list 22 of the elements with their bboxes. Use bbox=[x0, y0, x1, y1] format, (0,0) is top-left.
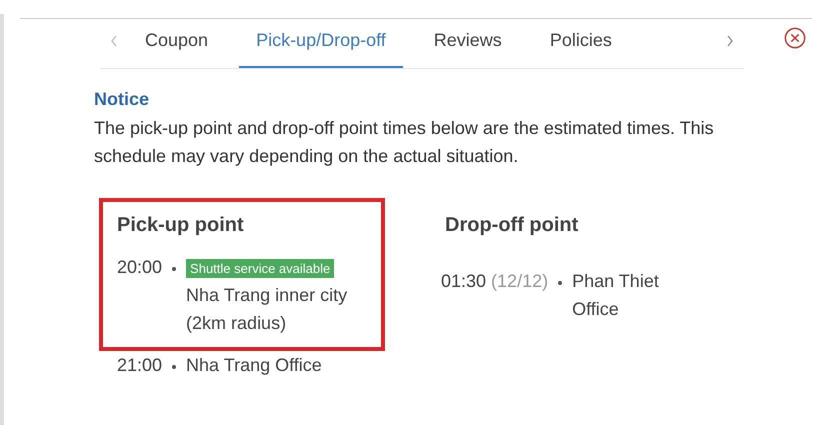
chevron-left-icon[interactable] bbox=[110, 35, 118, 47]
stop-place: Nha Trang inner city (2km radius) bbox=[186, 284, 348, 335]
tab[interactable]: Coupon bbox=[128, 14, 226, 68]
stop-place: Nha Trang Office bbox=[186, 354, 323, 377]
stop-time: 01:30 bbox=[441, 271, 486, 291]
section-heading: Pick-up point bbox=[117, 214, 245, 237]
tab[interactable]: Policies bbox=[532, 14, 629, 68]
stop-time: 21:00 bbox=[117, 355, 162, 375]
notice-title: Notice bbox=[94, 89, 150, 110]
bullet-icon bbox=[172, 365, 176, 369]
chevron-right-icon[interactable] bbox=[726, 35, 734, 47]
tab[interactable]: Pick-up/Drop-off bbox=[239, 14, 403, 68]
stop-date: (12/12) bbox=[491, 271, 548, 291]
shuttle-badge: Shuttle service available bbox=[186, 259, 334, 278]
notice-text: The pick-up point and drop-off point times below are the estimated times. This schedule may vary depending on the actual situation. bbox=[94, 117, 714, 168]
stop-time: 20:00 bbox=[117, 257, 162, 277]
close-icon[interactable] bbox=[784, 27, 806, 49]
tab[interactable]: Reviews bbox=[416, 14, 519, 68]
bullet-icon bbox=[172, 267, 176, 271]
stop-place: Phan Thiet Office bbox=[572, 270, 660, 321]
section-heading: Drop-off point bbox=[445, 214, 580, 237]
bullet-icon bbox=[558, 281, 562, 285]
